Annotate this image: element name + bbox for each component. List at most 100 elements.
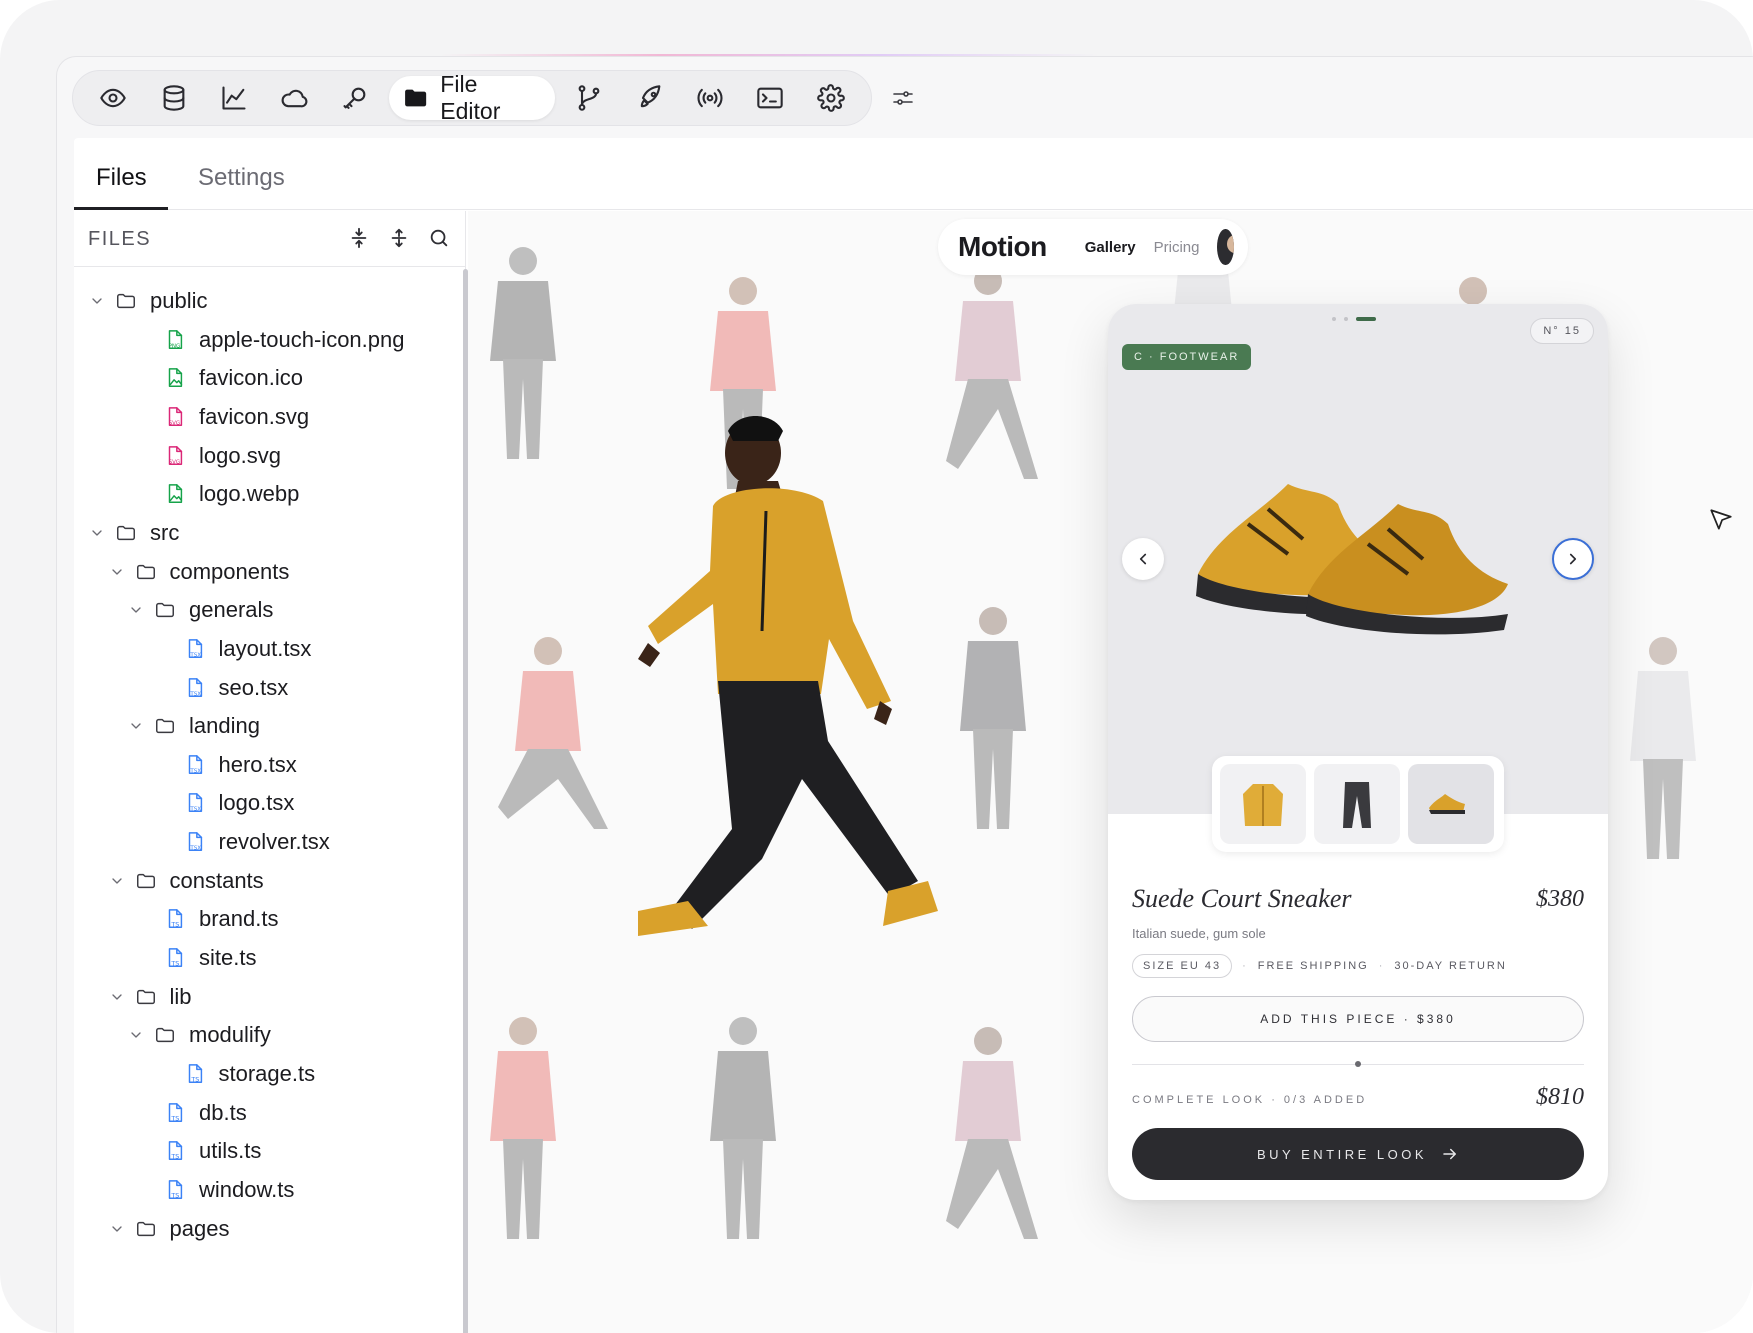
- nav-gallery-link[interactable]: Gallery: [1085, 239, 1136, 256]
- folder-row[interactable]: pages: [106, 1209, 230, 1249]
- folder-row[interactable]: src: [86, 513, 179, 553]
- ts-file-icon: TS: [183, 1062, 207, 1086]
- tree-item-label: layout.tsx: [218, 635, 312, 661]
- file-row[interactable]: SVG logo.svg: [163, 436, 281, 476]
- expand-icon: [391, 228, 407, 248]
- buy-entire-look-button[interactable]: BUY ENTIRE LOOK: [1132, 1128, 1584, 1180]
- file-row[interactable]: TSX logo.tsx: [183, 783, 294, 823]
- file-editor-tab[interactable]: File Editor: [389, 71, 555, 124]
- chevron-down-icon[interactable]: [106, 986, 128, 1008]
- database-button[interactable]: [143, 76, 203, 120]
- tab-settings[interactable]: Settings: [198, 164, 285, 192]
- collapse-all-button[interactable]: [346, 225, 372, 251]
- folder-row[interactable]: generals: [125, 590, 273, 630]
- file-row[interactable]: TS brand.ts: [163, 899, 279, 939]
- size-selector[interactable]: SIZE EU 43: [1132, 954, 1233, 978]
- folder-row[interactable]: modulify: [125, 1015, 271, 1055]
- tree-item-label: modulify: [189, 1022, 271, 1048]
- next-image-button[interactable]: [1552, 538, 1594, 580]
- deploy-button[interactable]: [619, 76, 679, 120]
- avatar[interactable]: [1217, 229, 1234, 265]
- product-gallery: C · FOOTWEAR N° 15: [1108, 304, 1608, 814]
- keys-button[interactable]: [325, 76, 385, 120]
- tree-item-label: seo.tsx: [218, 674, 289, 700]
- file-row[interactable]: SVG favicon.svg: [163, 397, 309, 437]
- prev-image-button[interactable]: [1122, 538, 1164, 580]
- tsx-file-icon: TSX: [183, 791, 207, 815]
- chevron-down-icon[interactable]: [125, 715, 147, 737]
- preview-button[interactable]: [83, 76, 143, 120]
- tree-item-label: pages: [169, 1215, 230, 1241]
- nav-pricing-link[interactable]: Pricing: [1154, 239, 1200, 256]
- sneaker-icon: [1429, 794, 1465, 814]
- file-row[interactable]: TS utils.ts: [163, 1131, 261, 1171]
- pants-icon: [1343, 782, 1371, 828]
- site-navbar: Motion Gallery Pricing: [938, 219, 1248, 275]
- file-row[interactable]: TS window.ts: [163, 1170, 294, 1210]
- chevron-right-icon: [1569, 553, 1577, 565]
- terminal-button[interactable]: [740, 76, 800, 120]
- divider-dot: [1355, 1061, 1361, 1067]
- folder-icon: [114, 289, 138, 313]
- folder-row[interactable]: lib: [106, 977, 192, 1017]
- file-row[interactable]: favicon.ico: [163, 358, 303, 398]
- chevron-down-icon[interactable]: [106, 1218, 128, 1240]
- expand-all-button[interactable]: [386, 225, 412, 251]
- folder-row[interactable]: public: [86, 281, 207, 321]
- svg-text:TS: TS: [190, 1075, 199, 1083]
- tree-item-label: window.ts: [199, 1176, 295, 1202]
- folder-icon: [153, 1023, 177, 1047]
- chevron-down-icon[interactable]: [86, 522, 108, 544]
- add-to-cart-button[interactable]: ADD THIS PIECE · $380: [1132, 996, 1584, 1042]
- buy-button-label: BUY ENTIRE LOOK: [1256, 1146, 1427, 1162]
- svg-file-icon: SVG: [163, 405, 187, 429]
- file-row[interactable]: TSX revolver.tsx: [183, 822, 330, 862]
- tree-item-label: hero.tsx: [218, 751, 297, 777]
- settings-button[interactable]: [801, 76, 861, 120]
- tab-files[interactable]: Files: [96, 164, 147, 192]
- folder-icon: [134, 985, 158, 1009]
- svg-text:TS: TS: [170, 1191, 179, 1199]
- file-row[interactable]: TS storage.ts: [183, 1054, 315, 1094]
- ghost-figure: [960, 607, 1026, 829]
- folder-row[interactable]: constants: [106, 861, 264, 901]
- file-row[interactable]: TS db.ts: [163, 1093, 247, 1133]
- chevron-down-icon[interactable]: [86, 290, 108, 312]
- folder-icon: [134, 560, 158, 584]
- analytics-button[interactable]: [204, 76, 264, 120]
- key-icon: [343, 87, 366, 109]
- file-row[interactable]: TSX layout.tsx: [183, 629, 312, 669]
- thumbnail-jacket[interactable]: [1220, 764, 1306, 844]
- cloud-button[interactable]: [264, 76, 324, 120]
- chevron-down-icon[interactable]: [106, 561, 128, 583]
- ts-file-icon: TS: [163, 907, 187, 931]
- thumbnail-pants[interactable]: [1314, 764, 1400, 844]
- svg-text:TSX: TSX: [189, 807, 201, 813]
- realtime-button[interactable]: [680, 76, 740, 120]
- chevron-down-icon[interactable]: [106, 870, 128, 892]
- svg-file-icon: SVG: [163, 444, 187, 468]
- svg-text:TS: TS: [170, 959, 179, 967]
- ts-file-icon: TS: [163, 1139, 187, 1163]
- tree-item-label: logo.svg: [199, 442, 281, 468]
- database-icon: [163, 85, 184, 111]
- folder-row[interactable]: landing: [125, 706, 260, 746]
- thumbnail-sneakers[interactable]: [1408, 764, 1494, 844]
- product-specs: SIZE EU 43 · FREE SHIPPING · 30-DAY RETU…: [1132, 954, 1507, 978]
- file-row[interactable]: TS site.ts: [163, 938, 256, 978]
- file-row[interactable]: TSX hero.tsx: [183, 745, 297, 785]
- search-files-button[interactable]: [426, 225, 452, 251]
- file-row[interactable]: TSX seo.tsx: [183, 668, 289, 708]
- git-button[interactable]: [559, 76, 619, 120]
- chevron-down-icon[interactable]: [125, 599, 147, 621]
- file-row[interactable]: logo.webp: [163, 474, 299, 514]
- file-row[interactable]: PNG apple-touch-icon.png: [163, 320, 405, 360]
- tree-item-label: revolver.tsx: [218, 829, 330, 855]
- returns-info: 30-DAY RETURN: [1394, 960, 1507, 972]
- product-price: $380: [1536, 886, 1584, 912]
- chevron-down-icon[interactable]: [125, 1024, 147, 1046]
- tree-item-label: favicon.ico: [199, 365, 303, 391]
- toolbar-options-button[interactable]: [885, 82, 921, 114]
- folder-row[interactable]: components: [106, 552, 289, 592]
- site-brand[interactable]: Motion: [958, 231, 1047, 263]
